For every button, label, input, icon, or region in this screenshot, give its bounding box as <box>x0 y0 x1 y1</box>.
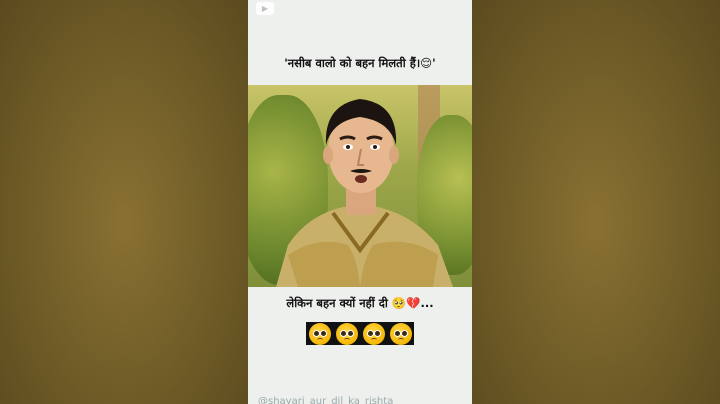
bottom-caption-text: लेकिन बहन क्यों नहीं दी 🥺💔... <box>286 296 434 310</box>
youtube-logo-icon: ▶ <box>256 2 274 15</box>
right-blurred-background <box>472 0 720 404</box>
channel-handle: @shayari_aur_dil_ka_rishta <box>258 396 394 404</box>
left-blurred-background <box>0 0 248 404</box>
top-caption-text: 'नसीब वालो को बहन मिलती हैं।😌' <box>284 56 436 70</box>
pleading-face-icon <box>389 322 412 345</box>
pleading-face-icon <box>335 322 358 345</box>
pleading-face-icon <box>362 322 385 345</box>
emoji-strip <box>306 322 414 345</box>
pleading-face-icon <box>308 322 331 345</box>
man-portrait <box>276 99 453 287</box>
shorts-video-frame[interactable]: ▶ 'नसीब वालो को बहन मिलती हैं।😌' लेकिन ब… <box>248 0 472 404</box>
video-clip-still[interactable] <box>248 85 472 287</box>
